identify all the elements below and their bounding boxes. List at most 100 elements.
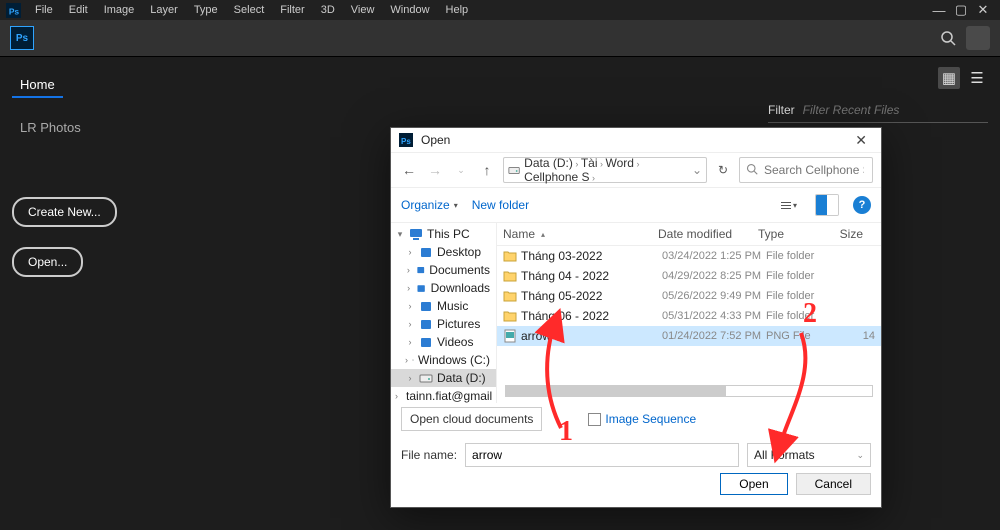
file-date: 03/24/2022 1:25 PM xyxy=(662,250,762,262)
sidebar-home[interactable]: Home xyxy=(12,71,63,98)
file-date: 04/29/2022 8:25 PM xyxy=(662,270,762,282)
chevron-right-icon: › xyxy=(634,159,640,169)
tree-twisty-icon[interactable]: › xyxy=(405,247,415,257)
address-bar[interactable]: Data (D:) › Tài › Word › Cellphone S › ⌄ xyxy=(503,157,707,183)
crumb-3[interactable]: Cellphone S xyxy=(524,170,589,184)
organize-menu[interactable]: Organize▾ xyxy=(401,198,458,212)
svg-text:Ps: Ps xyxy=(9,6,20,16)
tree-twisty-icon[interactable]: › xyxy=(405,319,415,329)
tree-twisty-icon[interactable]: › xyxy=(405,265,412,275)
create-new-button[interactable]: Create New... xyxy=(12,197,117,227)
tree-item[interactable]: ›Data (D:) xyxy=(391,369,496,387)
address-chevron-icon[interactable]: ⌄ xyxy=(692,163,702,177)
window-restore-icon[interactable]: ▢ xyxy=(950,2,972,18)
image-sequence-option[interactable]: Image Sequence xyxy=(588,412,696,426)
file-row[interactable]: Tháng 04 - 202204/29/2022 8:25 PMFile fo… xyxy=(497,266,881,286)
dialog-open-button[interactable]: Open xyxy=(720,473,787,495)
tree-twisty-icon[interactable]: › xyxy=(405,355,408,365)
tree-twisty-icon[interactable]: › xyxy=(405,373,415,383)
user-avatar[interactable] xyxy=(966,26,990,50)
tree-item[interactable]: ›tainn.fiat@gmail xyxy=(391,387,496,403)
drive-icon xyxy=(508,163,520,177)
tree-twisty-icon[interactable]: › xyxy=(395,391,398,401)
sidebar-lr-photos[interactable]: LR Photos xyxy=(12,114,178,141)
menu-filter[interactable]: Filter xyxy=(272,2,312,18)
search-icon[interactable] xyxy=(936,26,960,50)
nav-up-icon[interactable]: ↑ xyxy=(477,162,497,178)
view-list-icon[interactable]: ☰ xyxy=(966,67,988,89)
crumb-0[interactable]: Data (D:) xyxy=(524,156,573,170)
dialog-close-icon[interactable]: ✕ xyxy=(849,132,873,149)
folder-icon xyxy=(503,309,517,323)
tree-twisty-icon[interactable]: › xyxy=(405,337,415,347)
checkbox-icon[interactable] xyxy=(588,413,601,426)
file-row[interactable]: Tháng 05-202205/26/2022 9:49 PMFile fold… xyxy=(497,286,881,306)
nav-forward-icon[interactable]: → xyxy=(425,162,445,178)
file-row[interactable]: arrow01/24/2022 7:52 PMPNG File14 xyxy=(497,326,881,346)
dialog-search-input[interactable] xyxy=(762,162,866,178)
file-row[interactable]: Tháng 06 - 202205/31/2022 4:33 PMFile fo… xyxy=(497,306,881,326)
col-size[interactable]: Size xyxy=(823,227,863,241)
ps-home-icon[interactable]: Ps xyxy=(10,26,34,50)
crumb-2[interactable]: Word xyxy=(606,156,634,170)
folder-icon xyxy=(503,289,517,303)
folder-tree: ▾This PC › Desktop ›Documents›Downloads›Mus… xyxy=(391,223,497,403)
menu-3d[interactable]: 3D xyxy=(313,2,343,18)
file-name-label: File name: xyxy=(401,448,457,462)
new-folder-button[interactable]: New folder xyxy=(472,198,529,212)
open-cloud-documents-button[interactable]: Open cloud documents xyxy=(401,407,542,431)
file-date: 05/26/2022 9:49 PM xyxy=(662,290,762,302)
tree-item[interactable]: › Desktop xyxy=(391,243,496,261)
file-name: Tháng 04 - 2022 xyxy=(521,269,658,283)
tree-item[interactable]: ›Music xyxy=(391,297,496,315)
menu-window[interactable]: Window xyxy=(382,2,437,18)
dialog-cancel-button[interactable]: Cancel xyxy=(796,473,871,495)
tree-item[interactable]: ›Documents xyxy=(391,261,496,279)
horizontal-scrollbar[interactable] xyxy=(505,385,873,397)
drive-icon xyxy=(419,371,433,385)
drive-icon xyxy=(412,353,414,367)
tree-item-label: Desktop xyxy=(437,245,481,259)
menu-layer[interactable]: Layer xyxy=(142,2,186,18)
preview-pane-toggle[interactable] xyxy=(815,194,839,216)
file-name: arrow xyxy=(521,329,658,343)
menu-view[interactable]: View xyxy=(343,2,383,18)
filter-recent-input[interactable] xyxy=(803,101,988,119)
file-row[interactable]: Tháng 03-202203/24/2022 1:25 PMFile fold… xyxy=(497,246,881,266)
filter-label: Filter xyxy=(768,103,795,117)
menu-image[interactable]: Image xyxy=(96,2,143,18)
col-date[interactable]: Date modified xyxy=(658,227,758,241)
folder-icon xyxy=(503,249,517,263)
tree-item[interactable]: ▾This PC xyxy=(391,225,496,243)
tree-item[interactable]: ›Pictures xyxy=(391,315,496,333)
tree-item-label: Videos xyxy=(437,335,473,349)
col-name[interactable]: Name xyxy=(503,227,535,241)
tree-item[interactable]: ›Downloads xyxy=(391,279,496,297)
nav-back-icon[interactable]: ← xyxy=(399,162,419,178)
tree-twisty-icon[interactable]: › xyxy=(405,283,412,293)
help-icon[interactable]: ? xyxy=(853,196,871,214)
nav-recent-icon[interactable]: ⌄ xyxy=(451,165,471,176)
dialog-command-bar: Organize▾ New folder ▾ ? xyxy=(391,187,881,223)
menu-file[interactable]: File xyxy=(27,2,61,18)
menu-select[interactable]: Select xyxy=(226,2,273,18)
tree-twisty-icon[interactable]: › xyxy=(405,301,415,311)
menu-edit[interactable]: Edit xyxy=(61,2,96,18)
file-name-input[interactable] xyxy=(465,443,739,467)
menu-type[interactable]: Type xyxy=(186,2,226,18)
view-mode-menu[interactable]: ▾ xyxy=(777,194,801,216)
file-list-header[interactable]: Name ▴ Date modified Type Size xyxy=(497,223,881,246)
window-minimize-icon[interactable]: — xyxy=(928,3,950,18)
open-button[interactable]: Open... xyxy=(12,247,83,277)
dialog-titlebar[interactable]: Ps Open ✕ xyxy=(391,128,881,153)
tree-twisty-icon[interactable]: ▾ xyxy=(395,229,405,240)
col-type[interactable]: Type xyxy=(758,227,823,241)
refresh-icon[interactable]: ↻ xyxy=(713,163,733,177)
menu-help[interactable]: Help xyxy=(438,2,477,18)
window-close-icon[interactable]: ✕ xyxy=(972,2,994,18)
file-type-filter[interactable]: All Formats⌄ xyxy=(747,443,871,467)
tree-item[interactable]: › Videos xyxy=(391,333,496,351)
tree-item[interactable]: ›Windows (C:) xyxy=(391,351,496,369)
crumb-1[interactable]: Tài xyxy=(581,156,598,170)
view-grid-icon[interactable]: ▦ xyxy=(938,67,960,89)
